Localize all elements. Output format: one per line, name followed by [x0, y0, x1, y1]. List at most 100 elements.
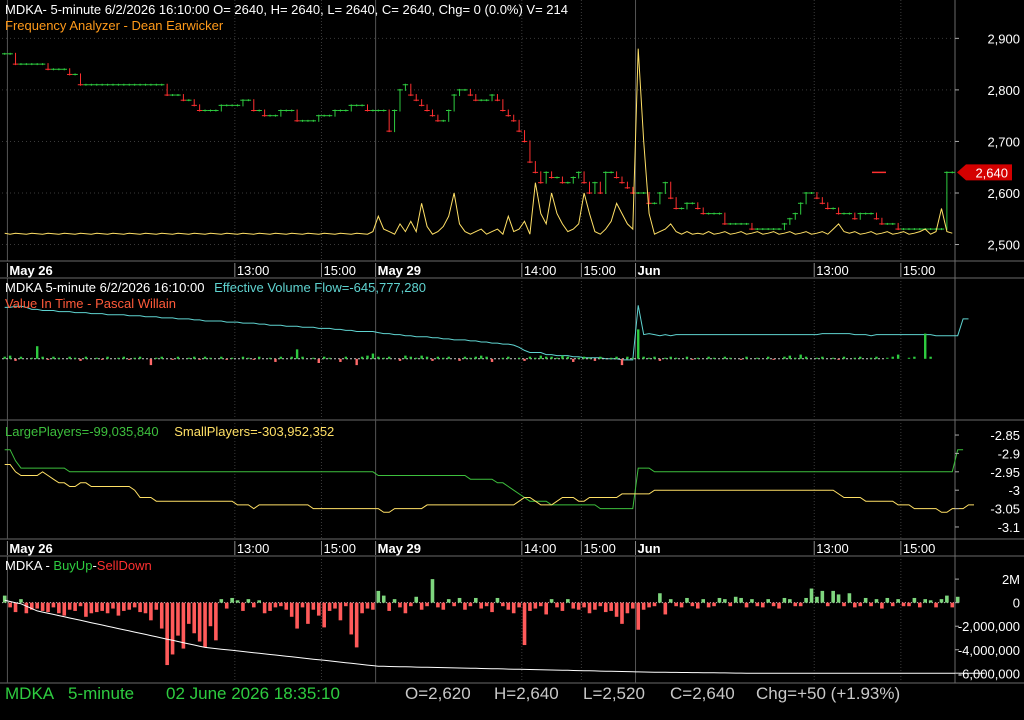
selldown-bar: [901, 602, 906, 607]
selldown-bar: [181, 602, 186, 649]
value-in-time-bar: [301, 356, 304, 359]
value-in-time-bar: [620, 358, 624, 366]
selldown-bar: [728, 602, 733, 607]
selldown-bar: [777, 602, 781, 609]
value-in-time-bar: [685, 356, 689, 359]
value-in-time-bar: [875, 356, 878, 359]
value-in-time-bar: [929, 356, 932, 359]
buyup-bar: [19, 599, 23, 603]
selldown-bar: [533, 602, 538, 609]
value-in-time-bar: [415, 357, 418, 359]
value-in-time-bar: [544, 356, 548, 359]
value-in-time-bar: [669, 356, 672, 359]
value-in-time-bar: [431, 358, 434, 361]
buyup-bar: [219, 599, 224, 603]
buyup-bar: [430, 579, 435, 603]
value-in-time-bar: [523, 358, 526, 361]
buyup-bar: [766, 599, 770, 603]
selldown-bar: [918, 602, 922, 608]
value-in-time-bar: [95, 357, 98, 359]
value-in-time-bar: [366, 355, 369, 359]
selldown-bar: [744, 602, 749, 608]
value-in-time-bar: [729, 357, 732, 359]
value-in-time-bar: [230, 357, 234, 359]
selldown-bar: [890, 602, 895, 607]
x-tick-label: 13:00: [816, 541, 849, 556]
value-in-time-bar: [831, 357, 835, 359]
selldown-bar: [67, 602, 72, 610]
value-in-time-bar: [404, 355, 407, 359]
selldown-bar: [365, 602, 370, 609]
value-in-time-bar: [274, 358, 277, 362]
x-tick-label: 14:00: [524, 263, 557, 278]
selldown-bar: [712, 602, 716, 607]
chart-canvas[interactable]: May 26 13:00 15:00 May 29 14:00 15:00 Jun 13:00…: [0, 0, 1024, 720]
value-in-time-bar: [398, 358, 402, 361]
value-in-time-bar: [913, 356, 916, 359]
selldown-bar: [934, 602, 938, 608]
selldown-bar: [132, 602, 137, 608]
selldown-bar: [506, 602, 511, 610]
selldown-bar: [511, 602, 516, 614]
buyup-bar: [658, 593, 662, 603]
value-in-time-label: Value In Time - Pascal Willain: [5, 296, 176, 311]
buyup-bar: [945, 595, 949, 603]
selldown-bar: [349, 602, 354, 635]
value-in-time-bar: [691, 358, 694, 360]
value-in-time-bar: [220, 356, 223, 359]
value-in-time-bar: [387, 356, 391, 359]
buyup-bar: [495, 597, 500, 603]
selldown-bar: [311, 602, 316, 610]
players-tick-label: -2.85: [990, 428, 1020, 443]
buyup-bar: [885, 597, 890, 603]
selldown-bar: [798, 602, 803, 607]
selldown-bar: [603, 602, 608, 613]
selldown-bar: [706, 602, 711, 608]
value-in-time-bar: [442, 357, 445, 359]
selldown-bar: [241, 602, 245, 611]
value-in-time-bar: [794, 357, 797, 359]
buyup-bar: [788, 599, 792, 603]
selldown-bar: [197, 602, 202, 642]
value-in-time-bar: [572, 358, 575, 362]
selldown-bar: [760, 602, 765, 608]
chart-window: May 26 13:00 15:00 May 29 14:00 15:00 Jun 13:00…: [0, 0, 1024, 720]
value-in-time-bar: [128, 358, 131, 360]
x-tick-label: 15:00: [903, 263, 936, 278]
value-in-time-bar: [187, 357, 191, 359]
value-in-time-bar: [647, 357, 651, 359]
value-in-time-bar: [517, 357, 521, 359]
buyup-bar: [2, 595, 7, 603]
value-in-time-bar: [30, 357, 33, 359]
selldown-bar: [300, 602, 305, 608]
selldown-bar: [73, 602, 77, 611]
selldown-bar: [463, 602, 467, 610]
value-in-time-bar: [707, 356, 710, 359]
status-datetime: 02 June 2026 18:35:10: [166, 684, 340, 703]
selldown-bar: [116, 602, 121, 616]
value-in-time-bar: [756, 357, 759, 359]
value-in-time-bar: [209, 357, 212, 359]
buyup-bar: [928, 600, 933, 603]
players-panel-header: LargePlayers=-99,035,840 SmallPlayers=-3…: [5, 424, 334, 439]
selldown-bar: [371, 602, 375, 610]
selldown-bar: [35, 602, 39, 609]
value-in-time-bar: [837, 358, 840, 360]
volume-flow-symbol-label: MDKA 5-minute 6/2/2026 16:10:00: [5, 280, 205, 295]
selldown-bar: [203, 602, 207, 648]
value-in-time-bar: [582, 356, 586, 359]
value-in-time-bar: [176, 356, 180, 359]
buyup-label: BuyUp: [53, 558, 93, 573]
buyup-bar: [912, 597, 917, 603]
x-tick-label: Jun: [638, 541, 661, 556]
value-in-time-bar: [106, 356, 109, 359]
selldown-bar: [57, 602, 61, 614]
value-in-time-bar: [539, 355, 542, 359]
value-in-time-bar: [258, 356, 261, 359]
selldown-bar: [78, 602, 83, 607]
buyup-selldown-symbol: MDKA -: [5, 558, 54, 573]
players-tick-label: -3.05: [990, 502, 1020, 517]
selldown-bar: [154, 602, 159, 610]
value-in-time-bar: [68, 356, 71, 359]
value-in-time-bar: [73, 357, 77, 359]
